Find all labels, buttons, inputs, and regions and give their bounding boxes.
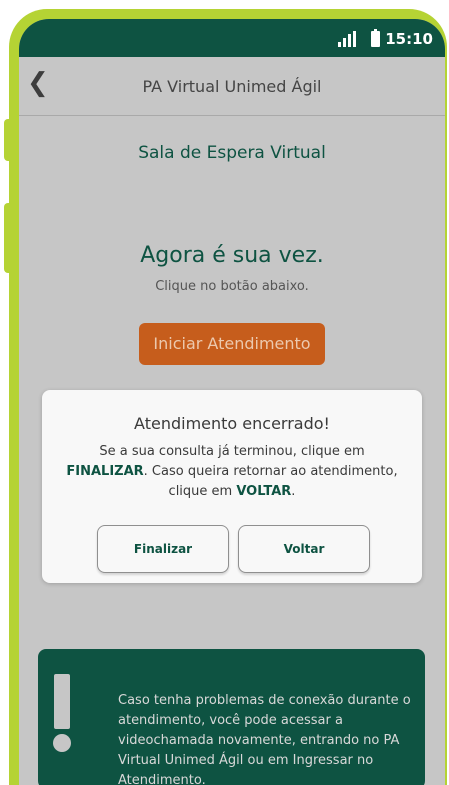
finalizar-keyword: FINALIZAR	[66, 464, 144, 479]
phone-screen: 15:10 ❮ PA Virtual Unimed Ágil Sala de E…	[19, 19, 445, 785]
battery-icon	[371, 29, 380, 47]
back-button[interactable]: Voltar	[238, 525, 370, 573]
status-time: 15:10	[385, 30, 433, 48]
exclamation-icon	[53, 674, 73, 754]
status-bar: 15:10	[19, 19, 445, 57]
connection-info-box: Caso tenha problemas de conexão durante …	[38, 649, 425, 785]
dialog-title: Atendimento encerrado!	[134, 414, 330, 433]
voltar-keyword: VOLTAR	[236, 484, 292, 499]
waiting-room-title: Sala de Espera Virtual	[138, 143, 326, 163]
session-ended-dialog: Atendimento encerrado! Se a sua consulta…	[42, 390, 422, 583]
top-app-bar: ❮ PA Virtual Unimed Ágil	[19, 57, 445, 116]
your-turn-heading: Agora é sua vez.	[140, 243, 324, 268]
page-title: PA Virtual Unimed Ágil	[142, 77, 322, 96]
finalize-button[interactable]: Finalizar	[97, 525, 229, 573]
connection-info-text: Caso tenha problemas de conexão durante …	[118, 693, 411, 785]
signal-icon	[338, 31, 356, 47]
start-consultation-button[interactable]: Iniciar Atendimento	[139, 323, 325, 365]
dialog-message: Se a sua consulta já terminou, clique em…	[66, 444, 398, 499]
instruction-text: Clique no botão abaixo.	[155, 279, 309, 294]
